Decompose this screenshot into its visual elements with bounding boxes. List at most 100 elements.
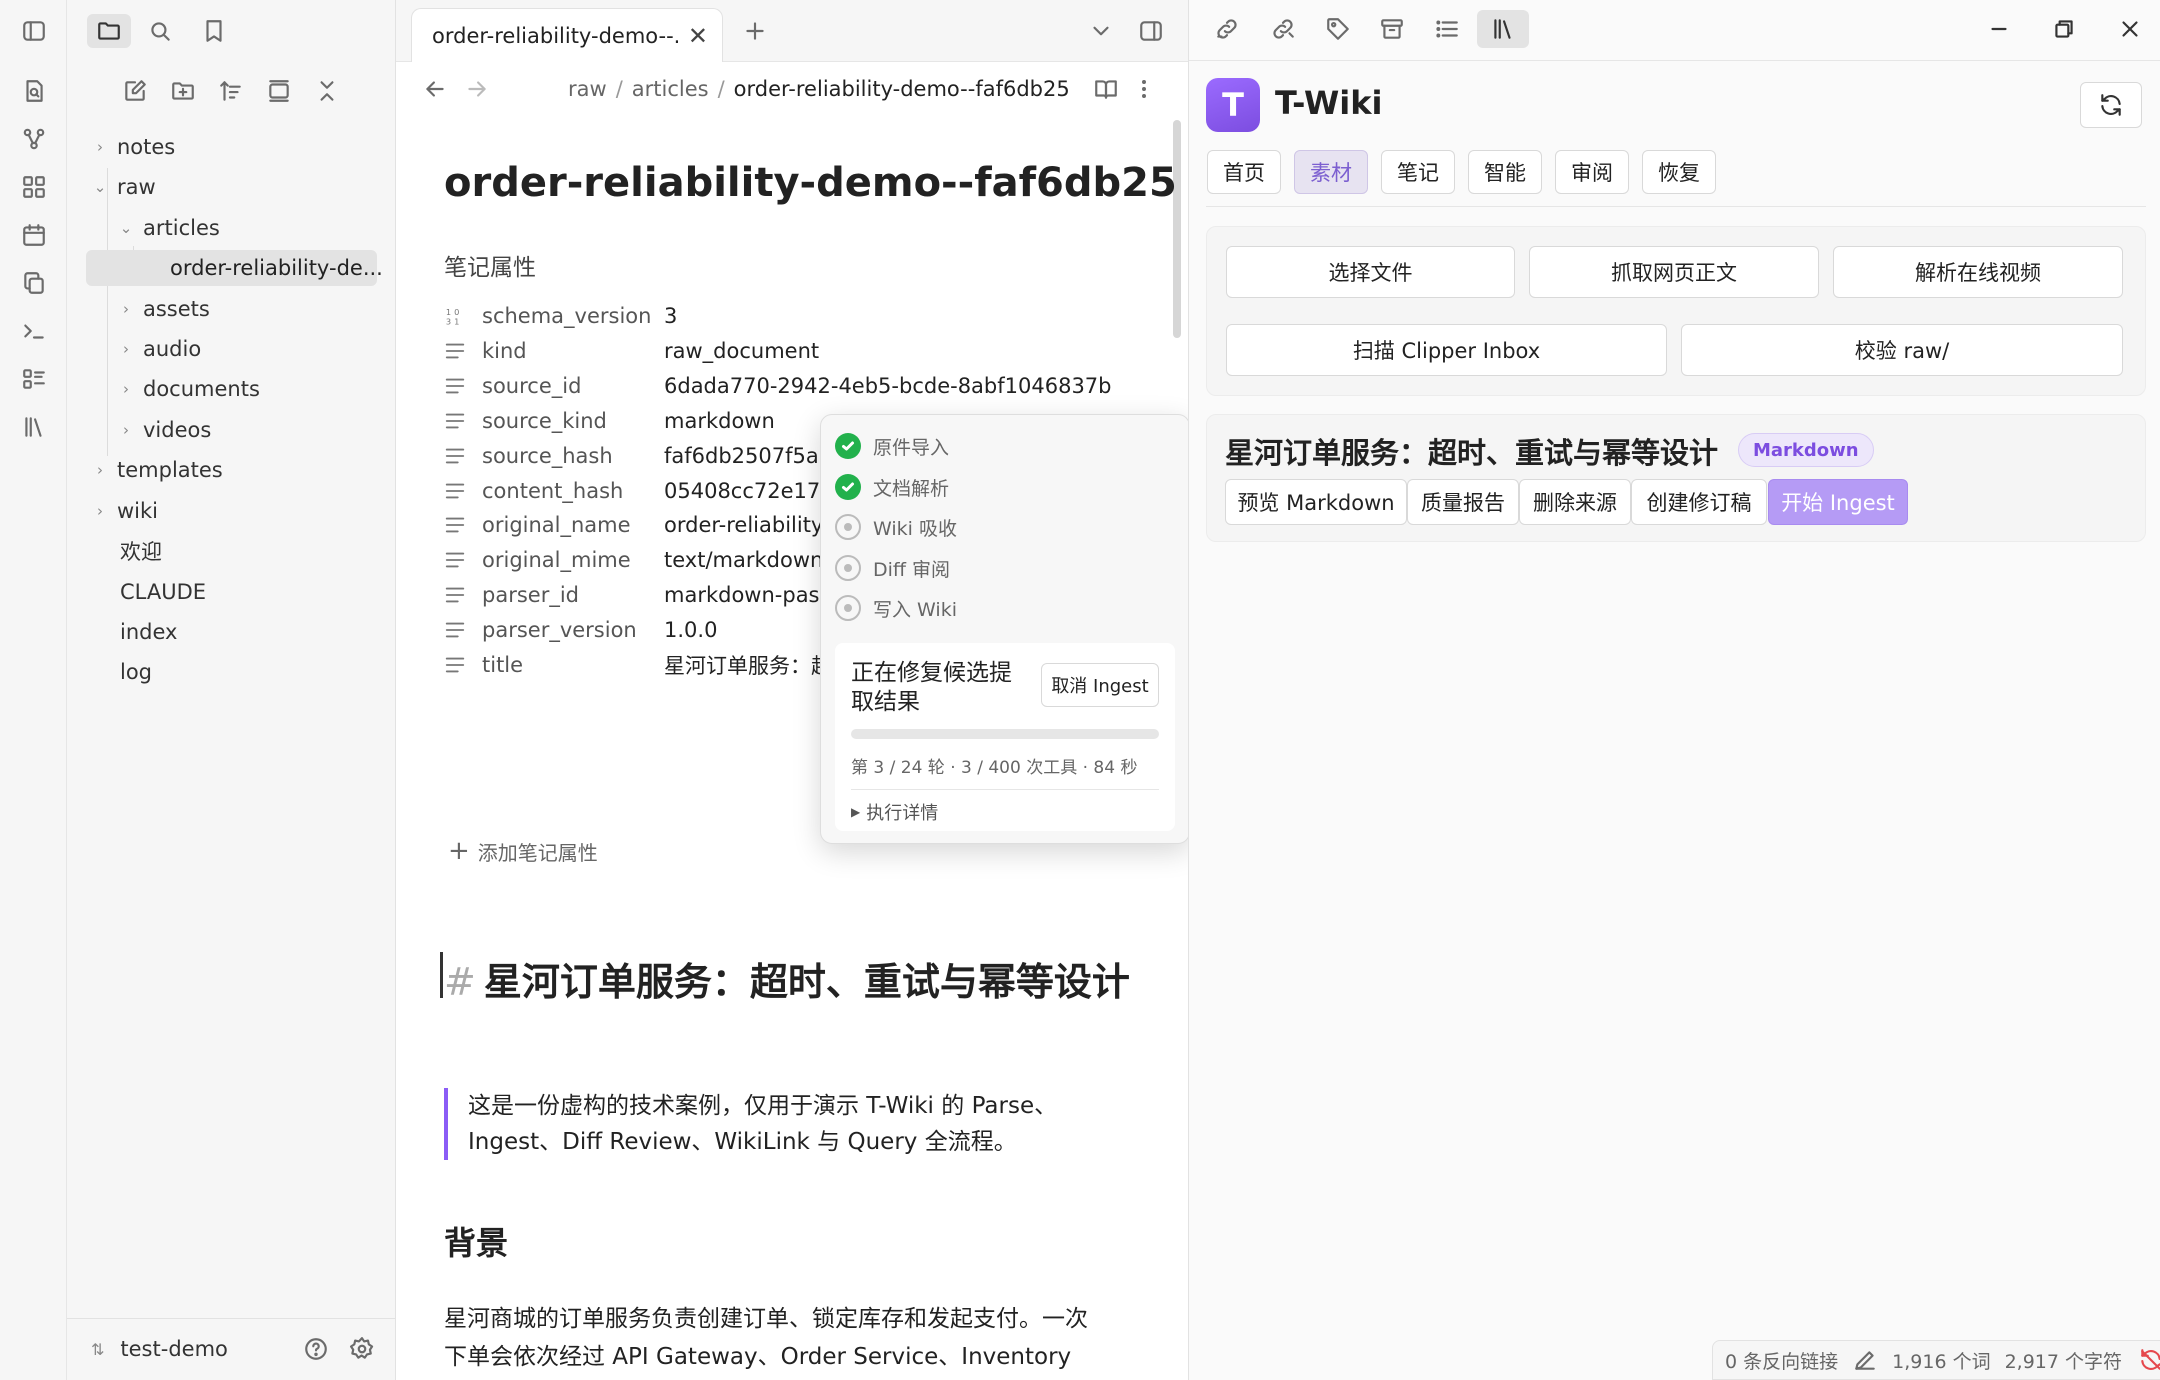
library-icon[interactable] — [19, 412, 49, 442]
library-icon[interactable] — [1477, 10, 1529, 48]
tree-item-wiki[interactable]: › wiki — [89, 493, 158, 529]
tab-close-icon[interactable]: ✕ — [688, 22, 708, 50]
cancel-ingest-button[interactable]: 取消 Ingest — [1041, 663, 1159, 707]
calendar-icon[interactable] — [19, 220, 49, 250]
tree-item-active-file[interactable]: order-reliability-de... — [86, 250, 383, 286]
sync-error-icon[interactable] — [2138, 1347, 2160, 1373]
quality-report-button[interactable]: 质量报告 — [1407, 479, 1519, 525]
minimize-icon[interactable] — [1984, 14, 2014, 44]
window-close-icon[interactable] — [2115, 14, 2145, 44]
property-key[interactable]: schema_version — [482, 304, 664, 328]
tree-item-videos[interactable]: › videos — [115, 412, 211, 448]
verify-raw-button[interactable]: 校验 raw/ — [1681, 324, 2123, 376]
terminal-icon[interactable] — [19, 316, 49, 346]
reading-view-icon[interactable] — [1091, 74, 1121, 104]
property-key[interactable]: source_hash — [482, 444, 664, 468]
tree-item-log[interactable]: log — [120, 654, 152, 690]
property-value[interactable]: 6dada770-2942-4eb5-bcde-8abf1046837b — [664, 374, 1112, 398]
nav-intelligence[interactable]: 智能 — [1468, 150, 1542, 194]
help-icon[interactable] — [301, 1334, 331, 1364]
tree-item-audio[interactable]: › audio — [115, 331, 201, 367]
delete-source-button[interactable]: 删除来源 — [1519, 479, 1631, 525]
copy-icon[interactable] — [19, 268, 49, 298]
scan-clipper-button[interactable]: 扫描 Clipper Inbox — [1226, 324, 1667, 376]
property-key[interactable]: content_hash — [482, 479, 664, 503]
select-file-button[interactable]: 选择文件 — [1226, 246, 1515, 298]
sort-icon[interactable] — [216, 76, 246, 106]
new-tab-icon[interactable] — [740, 16, 770, 46]
heading-1[interactable]: # 星河订单服务：超时、重试与幂等设计 — [444, 958, 1154, 1006]
property-key[interactable]: parser_version — [482, 618, 664, 642]
new-note-icon[interactable] — [120, 76, 150, 106]
nav-notes[interactable]: 笔记 — [1381, 150, 1455, 194]
fetch-webpage-button[interactable]: 抓取网页正文 — [1529, 246, 1819, 298]
property-key[interactable]: source_kind — [482, 409, 664, 433]
property-key[interactable]: title — [482, 653, 664, 677]
add-property-button[interactable]: + 添加笔记属性 — [448, 834, 598, 868]
folder-icon[interactable] — [87, 14, 131, 48]
new-folder-icon[interactable] — [168, 76, 198, 106]
breadcrumb-current[interactable]: order-reliability-demo--faf6db25 — [734, 77, 1070, 101]
tree-item-documents[interactable]: › documents — [115, 371, 260, 407]
close-icon[interactable] — [312, 76, 342, 106]
tree-item-welcome[interactable]: 欢迎 — [120, 533, 162, 569]
property-value[interactable]: raw_document — [664, 339, 819, 363]
property-key[interactable]: original_name — [482, 513, 664, 537]
bookmark-icon[interactable] — [199, 16, 229, 46]
vault-switcher[interactable]: ⇅ test-demo — [91, 1332, 228, 1366]
restore-icon[interactable] — [2049, 14, 2079, 44]
pencil-icon[interactable] — [1852, 1347, 1878, 1373]
preview-markdown-button[interactable]: 预览 Markdown — [1225, 479, 1407, 525]
right-sidebar-toggle-icon[interactable] — [1136, 16, 1166, 46]
nav-review[interactable]: 审阅 — [1555, 150, 1629, 194]
property-value[interactable]: 3 — [664, 304, 677, 328]
search-icon[interactable] — [145, 16, 175, 46]
property-value[interactable]: 1.0.0 — [664, 618, 717, 642]
property-value[interactable]: text/markdown — [664, 548, 823, 572]
nav-recover[interactable]: 恢复 — [1642, 150, 1716, 194]
search-file-icon[interactable] — [19, 76, 49, 106]
settings-icon[interactable] — [347, 1334, 377, 1364]
blockquote[interactable]: 这是一份虚构的技术案例，仅用于演示 T-Wiki 的 Parse、 Ingest… — [468, 1088, 1158, 1160]
sidebar-toggle-icon[interactable] — [19, 16, 49, 46]
archive-icon[interactable] — [1377, 14, 1407, 44]
start-ingest-button[interactable]: 开始 Ingest — [1768, 479, 1908, 525]
outline-icon[interactable] — [1432, 14, 1462, 44]
tree-item-index[interactable]: index — [120, 614, 177, 650]
property-key[interactable]: kind — [482, 339, 664, 363]
property-value[interactable]: order-reliability — [664, 513, 823, 537]
tree-item-templates[interactable]: › templates — [89, 452, 223, 488]
list-icon[interactable] — [19, 364, 49, 394]
create-revision-button[interactable]: 创建修订稿 — [1631, 479, 1767, 525]
property-key[interactable]: source_id — [482, 374, 664, 398]
nav-materials[interactable]: 素材 — [1294, 150, 1368, 194]
canvas-icon[interactable] — [19, 172, 49, 202]
body-paragraph[interactable]: 星河商城的订单服务负责创建订单、锁定库存和发起支付。一次 下单会依次经过 API… — [444, 1300, 1164, 1376]
tab-list-chevron-icon[interactable] — [1086, 16, 1116, 46]
refresh-button[interactable] — [2080, 82, 2142, 128]
tree-item-notes[interactable]: › notes — [89, 129, 175, 165]
parse-video-button[interactable]: 解析在线视频 — [1833, 246, 2123, 298]
breadcrumb-articles[interactable]: articles — [632, 77, 709, 101]
execution-details-toggle[interactable]: ▶ 执行详情 — [851, 799, 938, 825]
property-row[interactable]: title 星河订单服务：超 — [444, 645, 832, 685]
tree-item-articles[interactable]: ⌄ articles — [115, 210, 220, 246]
tree-item-assets[interactable]: › assets — [115, 291, 210, 327]
forward-arrow-icon[interactable] — [462, 74, 492, 104]
note-title[interactable]: order-reliability-demo--faf6db25 — [444, 160, 1177, 206]
backlinks-count[interactable]: 0 条反向链接 — [1725, 1347, 1838, 1374]
collapse-view-icon[interactable] — [264, 76, 294, 106]
property-value[interactable]: 星河订单服务：超 — [664, 650, 832, 680]
property-value[interactable]: faf6db2507f5a0 — [664, 444, 832, 468]
property-value[interactable]: markdown — [664, 409, 775, 433]
property-value[interactable]: 05408cc72e175 — [664, 479, 834, 503]
tree-item-raw[interactable]: ⌄ raw — [89, 169, 156, 205]
property-key[interactable]: parser_id — [482, 583, 664, 607]
graph-icon[interactable] — [19, 124, 49, 154]
unlink-icon[interactable] — [1268, 14, 1298, 44]
property-key[interactable]: original_mime — [482, 548, 664, 572]
scrollbar-thumb[interactable] — [1173, 120, 1181, 338]
tree-item-claude[interactable]: CLAUDE — [120, 574, 206, 610]
more-options-icon[interactable] — [1132, 74, 1156, 104]
heading-2[interactable]: 背景 — [444, 1218, 508, 1264]
